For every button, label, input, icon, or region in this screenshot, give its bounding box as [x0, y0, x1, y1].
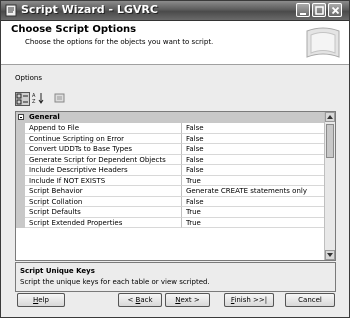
svg-text:Z: Z	[32, 99, 36, 104]
category-row-general[interactable]: General	[16, 112, 326, 123]
property-row[interactable]: Script Extended Properties True	[16, 217, 326, 228]
script-wizard-icon	[5, 4, 17, 17]
property-value[interactable]: False	[182, 123, 326, 134]
property-value[interactable]: Generate CREATE statements only	[182, 186, 326, 197]
property-name: Include Descriptive Headers	[25, 165, 182, 176]
property-row[interactable]: Script Collation False	[16, 196, 326, 207]
property-name: Script Behavior	[25, 186, 182, 197]
categorized-icon	[16, 93, 28, 105]
back-button[interactable]: < Back	[118, 293, 162, 307]
property-name: Script Extended Properties	[25, 217, 182, 228]
next-label: ext >	[180, 296, 200, 304]
wizard-banner-graphic	[306, 27, 340, 58]
options-label: Options	[15, 74, 43, 82]
close-button[interactable]	[328, 3, 342, 17]
row-gutter	[16, 186, 25, 197]
property-name: Append to File	[25, 123, 182, 134]
scroll-down-icon	[327, 253, 333, 257]
property-value[interactable]: True	[182, 207, 326, 218]
property-value[interactable]: False	[182, 144, 326, 155]
row-gutter	[16, 144, 25, 155]
help-label: elp	[38, 296, 49, 304]
property-row[interactable]: Script Defaults True	[16, 207, 326, 218]
property-row[interactable]: Generate Script for Dependent Objects Fal…	[16, 154, 326, 165]
finish-label: inish >>|	[234, 296, 268, 304]
property-pages-button[interactable]	[53, 92, 68, 106]
description-text: Script the unique keys for each table or…	[20, 278, 210, 286]
row-gutter	[16, 207, 25, 218]
property-value[interactable]: True	[182, 218, 326, 228]
scroll-up-button[interactable]	[325, 112, 335, 122]
wizard-header: Choose Script Options Choose the options…	[1, 21, 349, 65]
collapse-icon[interactable]	[18, 114, 24, 120]
property-row[interactable]: Continue Scripting on Error False	[16, 133, 326, 144]
property-row[interactable]: Include If NOT EXISTS True	[16, 175, 326, 186]
property-row[interactable]: Script Behavior Generate CREATE statement…	[16, 186, 326, 197]
row-gutter	[16, 154, 25, 165]
grid-scrollbar[interactable]	[324, 112, 335, 260]
property-row[interactable]: Include Descriptive Headers False	[16, 165, 326, 176]
property-value[interactable]: False	[182, 134, 326, 144]
property-name: Generate Script for Dependent Objects	[25, 154, 182, 165]
help-button[interactable]: Help	[17, 293, 65, 307]
property-name: Include If NOT EXISTS	[25, 175, 182, 186]
alphabetical-sort-icon: A Z	[32, 93, 44, 105]
close-icon	[331, 6, 340, 15]
maximize-button[interactable]	[312, 3, 326, 17]
property-pages-icon	[54, 93, 65, 103]
property-grid[interactable]: General Append to File False Continue Scri…	[15, 111, 336, 261]
page-subtitle: Choose the options for the objects you w…	[25, 38, 214, 46]
row-gutter	[16, 196, 25, 207]
cancel-button[interactable]: Cancel	[285, 293, 335, 307]
description-title: Script Unique Keys	[20, 267, 95, 275]
scroll-up-icon	[327, 115, 333, 119]
row-gutter	[16, 165, 25, 176]
back-label: ack	[140, 296, 153, 304]
property-value[interactable]: False	[182, 165, 326, 176]
next-button[interactable]: Next >	[165, 293, 210, 307]
script-wizard-window: Script Wizard - LGVRC Choose Script Opti…	[0, 0, 350, 318]
row-gutter	[16, 123, 25, 134]
property-value[interactable]: False	[182, 197, 326, 207]
property-name: Convert UDDTs to Base Types	[25, 144, 182, 155]
property-value[interactable]: False	[182, 155, 326, 165]
alphabetical-button[interactable]: A Z	[32, 92, 47, 106]
categorized-button[interactable]	[15, 92, 30, 106]
property-name: Script Defaults	[25, 207, 182, 218]
row-gutter	[16, 133, 25, 144]
window-title: Script Wizard - LGVRC	[21, 3, 158, 16]
property-name: Continue Scripting on Error	[25, 133, 182, 144]
scroll-down-button[interactable]	[325, 250, 335, 260]
page-title: Choose Script Options	[11, 24, 137, 35]
property-name: Script Collation	[25, 196, 182, 207]
scroll-thumb[interactable]	[326, 124, 334, 158]
category-label: General	[29, 113, 60, 121]
back-prefix: <	[127, 296, 136, 304]
property-row[interactable]: Append to File False	[16, 123, 326, 134]
finish-button[interactable]: Finish >>|	[224, 293, 274, 307]
description-panel: Script Unique Keys Script the unique key…	[15, 262, 336, 292]
property-grid-rows: General Append to File False Continue Scri…	[16, 112, 326, 228]
row-gutter	[16, 175, 25, 186]
maximize-icon	[315, 6, 324, 15]
property-row[interactable]: Convert UDDTs to Base Types False	[16, 144, 326, 155]
row-gutter	[16, 217, 25, 228]
title-bar[interactable]: Script Wizard - LGVRC	[1, 1, 349, 21]
minimize-icon	[300, 13, 306, 15]
property-value[interactable]: True	[182, 176, 326, 186]
minimize-button[interactable]	[296, 3, 310, 17]
